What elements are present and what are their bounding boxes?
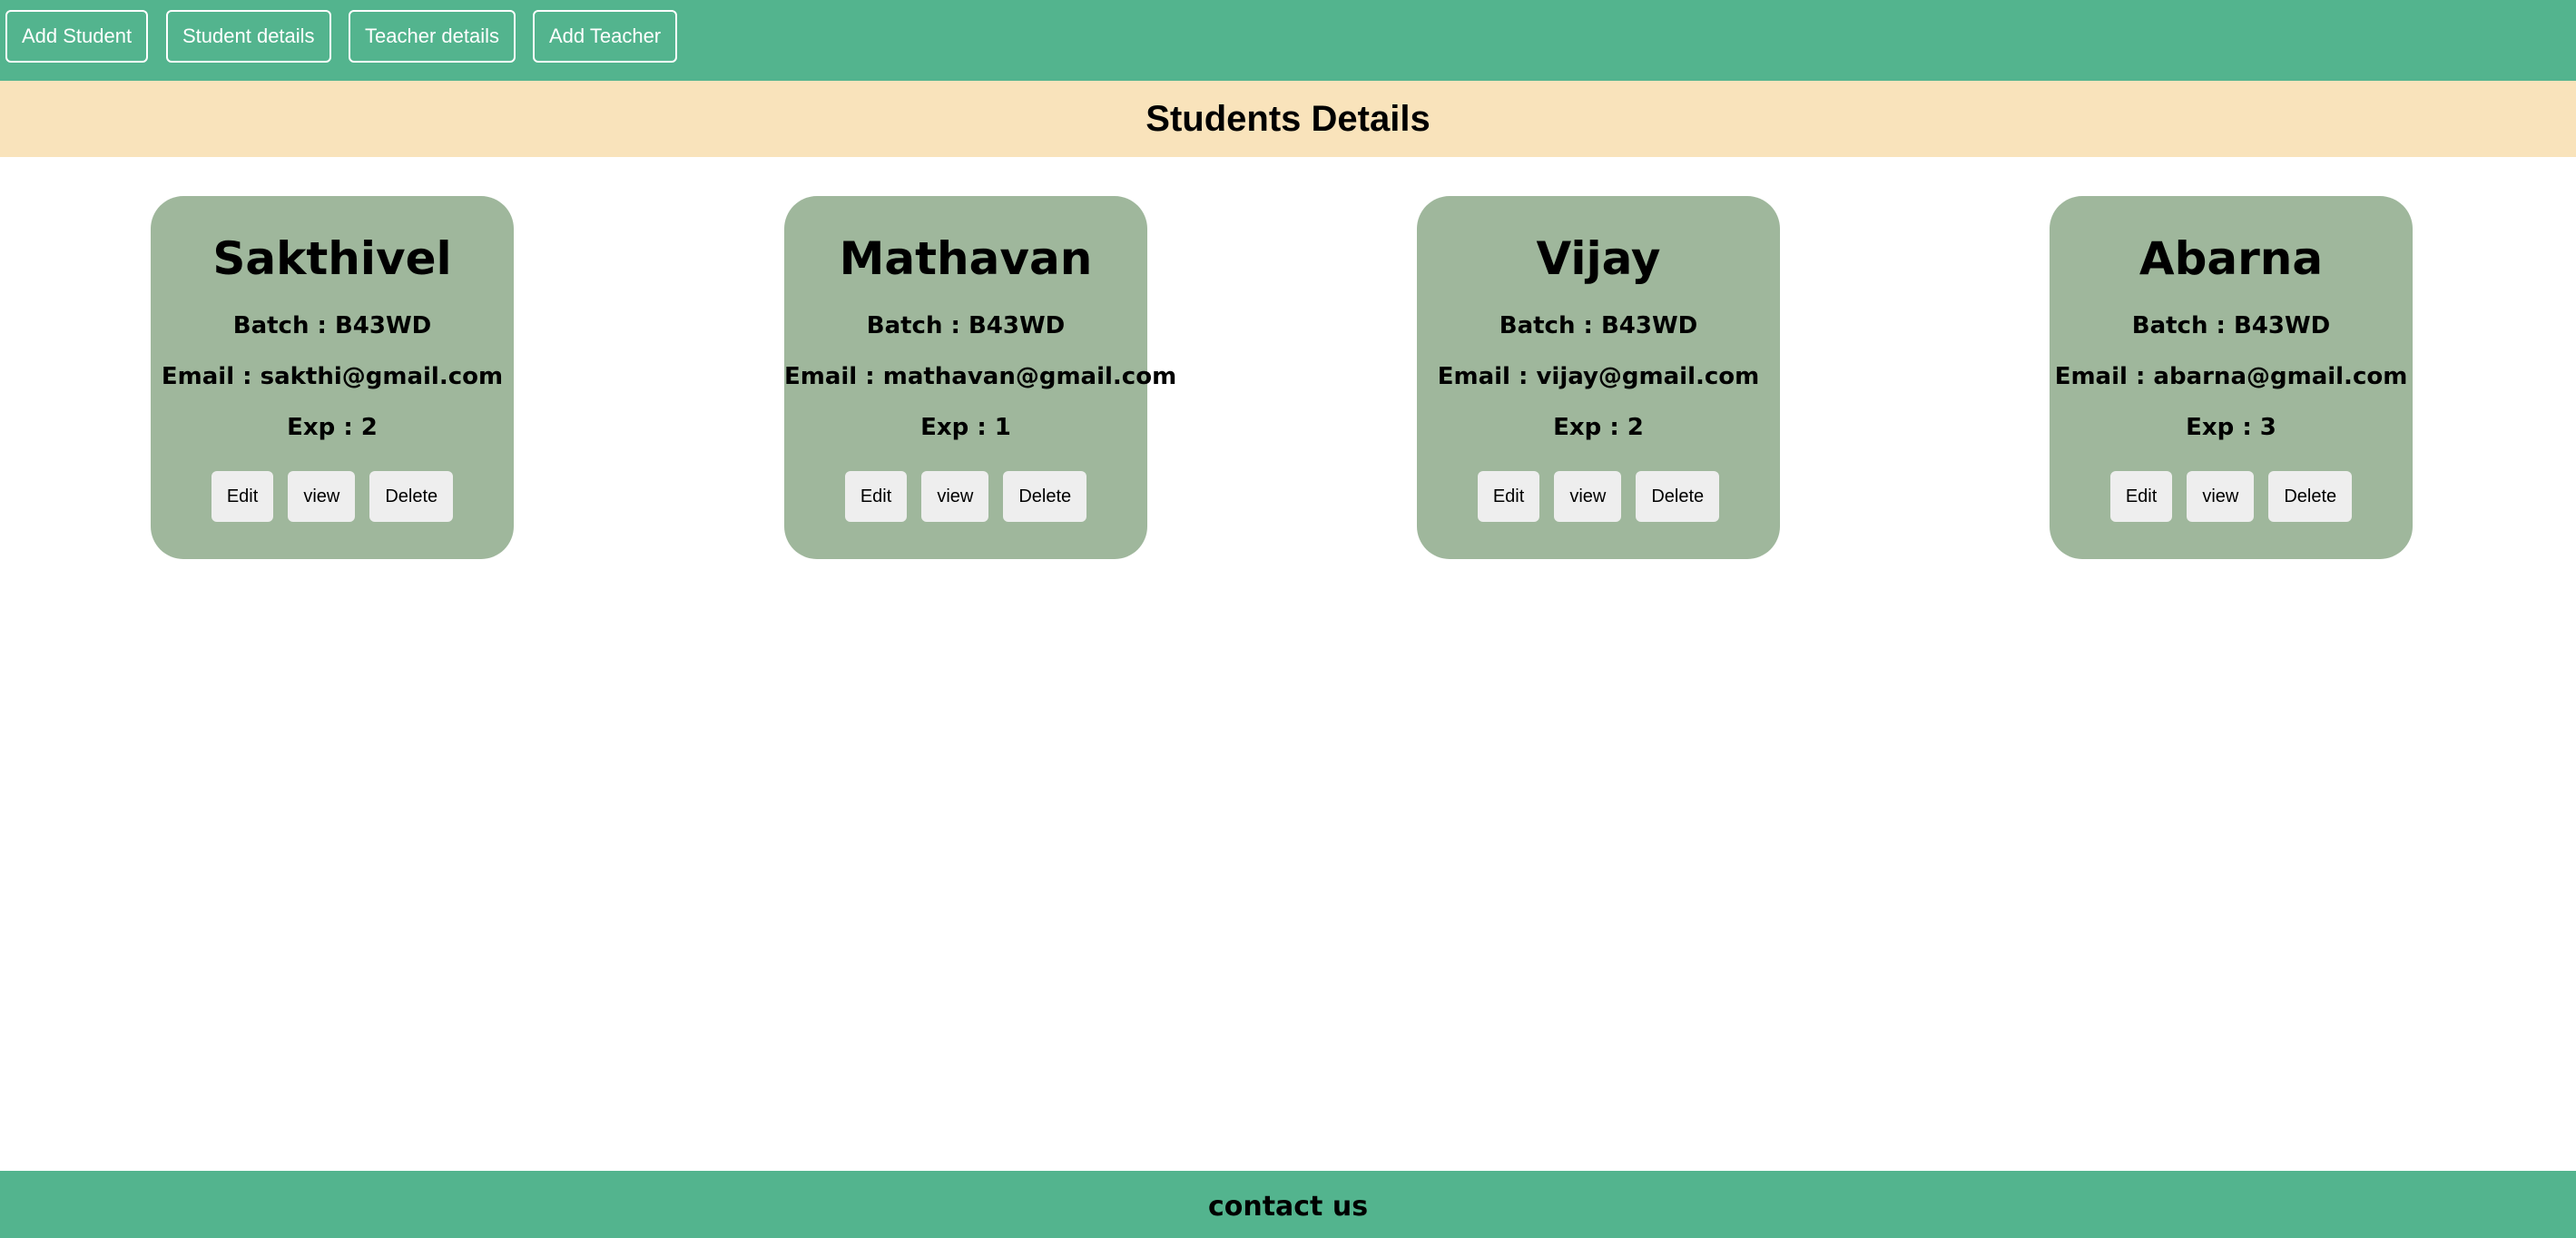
student-name: Vijay (1536, 232, 1661, 285)
edit-button[interactable]: Edit (211, 471, 274, 522)
student-email: Email : sakthi@gmail.com (161, 363, 504, 390)
footer: contact us (0, 1171, 2576, 1238)
page-title: Students Details (1145, 99, 1431, 139)
edit-button[interactable]: Edit (1477, 471, 1540, 522)
delete-button[interactable]: Delete (1636, 471, 1720, 522)
student-email: Email : mathavan@gmail.com (784, 363, 1177, 390)
student-exp: Exp : 2 (1553, 414, 1644, 441)
add-student-button[interactable]: Add Student (5, 10, 149, 63)
student-name: Mathavan (839, 232, 1093, 285)
student-card: Vijay Batch : B43WD Email : vijay@gmail.… (1417, 196, 1780, 559)
teacher-details-button[interactable]: Teacher details (349, 10, 516, 63)
page-title-banner: Students Details (0, 81, 2576, 157)
student-exp: Exp : 1 (920, 414, 1011, 441)
view-button[interactable]: view (1554, 471, 1622, 522)
view-button[interactable]: view (921, 471, 989, 522)
student-batch: Batch : B43WD (232, 312, 432, 339)
student-name: Sakthivel (212, 232, 452, 285)
footer-title: contact us (1207, 1191, 1369, 1223)
student-card: Abarna Batch : B43WD Email : abarna@gmai… (2050, 196, 2413, 559)
edit-button[interactable]: Edit (2109, 471, 2173, 522)
edit-button[interactable]: Edit (844, 471, 908, 522)
delete-button[interactable]: Delete (1003, 471, 1087, 522)
card-actions: Edit view Delete (2050, 471, 2413, 522)
view-button[interactable]: view (2187, 471, 2255, 522)
view-button[interactable]: view (288, 471, 356, 522)
card-actions: Edit view Delete (151, 471, 514, 522)
card-actions: Edit view Delete (784, 471, 1147, 522)
student-exp: Exp : 3 (2186, 414, 2276, 441)
student-name: Abarna (2138, 232, 2324, 285)
student-exp: Exp : 2 (287, 414, 378, 441)
add-teacher-button[interactable]: Add Teacher (533, 10, 678, 63)
student-details-button[interactable]: Student details (166, 10, 331, 63)
card-actions: Edit view Delete (1417, 471, 1780, 522)
student-card: Sakthivel Batch : B43WD Email : sakthi@g… (151, 196, 514, 559)
student-card: Mathavan Batch : B43WD Email : mathavan@… (784, 196, 1177, 559)
top-navbar: Add Student Student details Teacher deta… (0, 0, 2576, 81)
student-email: Email : vijay@gmail.com (1437, 363, 1760, 390)
student-batch: Batch : B43WD (1499, 312, 1698, 339)
delete-button[interactable]: Delete (2268, 471, 2353, 522)
student-batch: Batch : B43WD (866, 312, 1066, 339)
student-batch: Batch : B43WD (2131, 312, 2331, 339)
delete-button[interactable]: Delete (369, 471, 454, 522)
student-email: Email : abarna@gmail.com (2054, 363, 2408, 390)
